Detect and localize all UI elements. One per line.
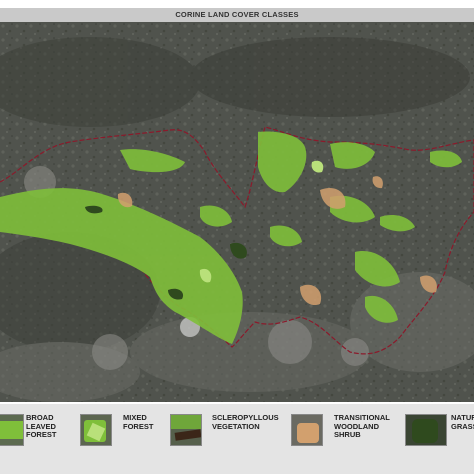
natural-grassland-label: NATURGRASS bbox=[451, 414, 474, 431]
natural-grassland-swatch bbox=[405, 414, 447, 446]
satellite-map[interactable] bbox=[0, 22, 474, 402]
map-title: CORINE LAND COVER CLASSES bbox=[175, 10, 299, 19]
sclerophyllous-vegetation-label: SCLEROPYLLOUS VEGETATION bbox=[212, 413, 279, 431]
sclerophyllous-vegetation-swatch bbox=[170, 414, 202, 446]
broad-leaved-forest-swatch bbox=[0, 414, 24, 446]
transitional-woodland-shrub-swatch bbox=[291, 414, 323, 446]
mixed-forest-swatch bbox=[80, 414, 112, 446]
transitional-woodland-shrub-label: TRANSITIONAL WOODLAND SHRUB bbox=[334, 413, 390, 439]
